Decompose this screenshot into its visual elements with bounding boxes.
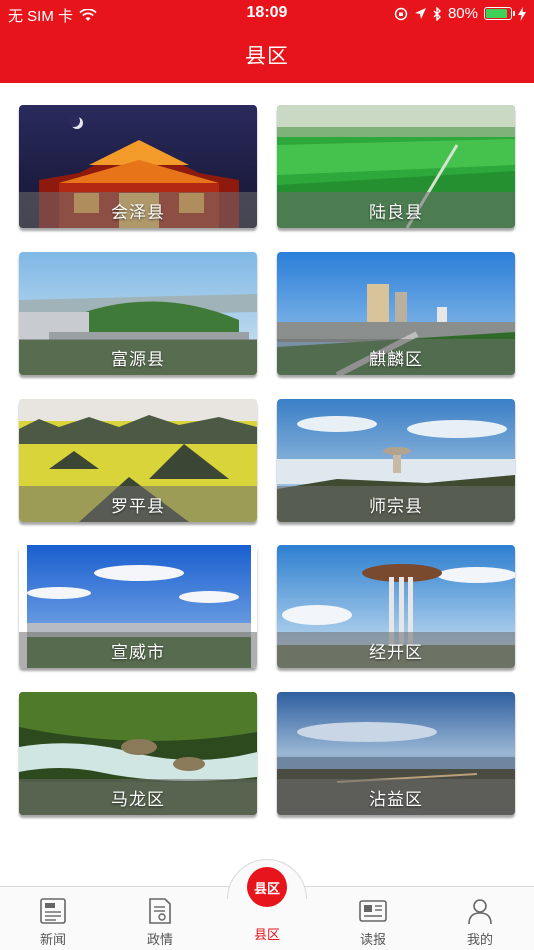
- county-grid: 会泽县 陆良县 富源县 麒麟区 罗平县 师宗县 宣威市 经开区 马龙区 沾益区: [0, 83, 534, 886]
- reader-icon: [359, 900, 387, 922]
- status-right: 80%: [394, 5, 526, 22]
- tab-profile[interactable]: 我的: [440, 887, 520, 950]
- county-name: 麒麟区: [369, 350, 423, 369]
- tab-news[interactable]: 新闻: [13, 887, 93, 950]
- county-card-jingkai[interactable]: 经开区: [277, 545, 515, 668]
- county-card-qilin[interactable]: 麒麟区: [277, 252, 515, 375]
- app-screen: 无 SIM 卡 18:09 80% 县区 会泽县 陆良县 富源县 麒麟区 罗平县…: [0, 0, 534, 950]
- county-card-luoping[interactable]: 罗平县: [19, 399, 257, 522]
- county-name: 马龙区: [111, 790, 165, 809]
- document-icon: [149, 898, 171, 924]
- county-name: 宣威市: [111, 643, 165, 662]
- tab-county[interactable]: 县区: [227, 887, 307, 950]
- page-title: 县区: [245, 45, 289, 68]
- county-name: 经开区: [369, 643, 423, 662]
- tab-politics[interactable]: 政情: [120, 887, 200, 950]
- newspaper-icon: [40, 898, 66, 924]
- county-name: 罗平县: [111, 497, 165, 516]
- county-name: 会泽县: [111, 203, 165, 222]
- county-name: 师宗县: [369, 497, 423, 516]
- status-bar: 无 SIM 卡 18:09 80%: [0, 0, 534, 28]
- tab-label: 读报: [359, 932, 386, 947]
- county-name: 沾益区: [369, 790, 423, 809]
- bottom-tab-bar: 新闻 政情 县区 县区 读报 我的: [0, 859, 534, 950]
- county-card-malong[interactable]: 马龙区: [19, 692, 257, 815]
- tab-label: 新闻: [39, 932, 66, 947]
- county-card-xuanwei[interactable]: 宣威市: [19, 545, 257, 668]
- location-icon: [414, 8, 426, 19]
- county-name: 富源县: [111, 350, 165, 369]
- user-icon: [468, 899, 492, 925]
- battery-icon: [484, 7, 515, 20]
- charging-icon: [518, 6, 526, 21]
- county-name: 陆良县: [369, 203, 423, 222]
- app-header: 无 SIM 卡 18:09 80% 县区: [0, 0, 534, 83]
- tab-reader[interactable]: 读报: [333, 887, 413, 950]
- battery-percent: 80%: [447, 5, 478, 22]
- county-card-fuyuan[interactable]: 富源县: [19, 252, 257, 375]
- county-card-huize[interactable]: 会泽县: [19, 105, 257, 228]
- county-card-shizong[interactable]: 师宗县: [277, 399, 515, 522]
- county-card-luliang[interactable]: 陆良县: [277, 105, 515, 228]
- bluetooth-icon: [433, 6, 441, 21]
- county-card-zhanyi[interactable]: 沾益区: [277, 692, 515, 815]
- tab-label: 我的: [466, 932, 493, 947]
- orientation-lock-icon: [394, 7, 408, 20]
- tab-label: 政情: [146, 932, 173, 947]
- tab-label: 县区: [253, 927, 280, 942]
